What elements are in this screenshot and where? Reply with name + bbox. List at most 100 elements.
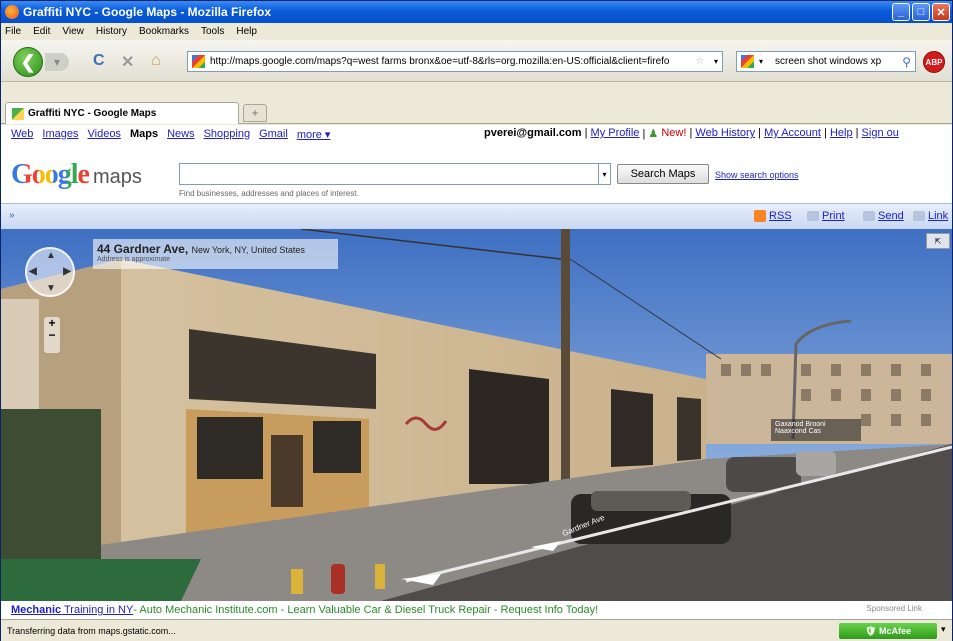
pan-right-icon[interactable]: ▶	[63, 266, 71, 277]
help-link[interactable]: Help	[830, 127, 853, 140]
pan-control[interactable]: ▲ ◀ ▶ ▼	[25, 247, 75, 297]
maps-search-dropdown-icon[interactable]: ▾	[599, 163, 611, 185]
url-dropdown-icon[interactable]: ▾	[714, 57, 718, 66]
print-link[interactable]: Print	[807, 210, 845, 222]
new-tab-button[interactable]: +	[243, 104, 267, 122]
chain-link-icon	[913, 211, 925, 221]
google-bar: Web Images Videos Maps News Shopping Gma…	[1, 125, 952, 143]
firefox-icon	[5, 5, 19, 19]
address-note: Address is approximate	[97, 256, 171, 263]
url-bar[interactable]: http://maps.google.com/maps?q=west farms…	[187, 51, 723, 72]
rss-link[interactable]: RSS	[754, 210, 792, 222]
menu-edit[interactable]: Edit	[33, 26, 50, 37]
logo-maps: maps	[93, 166, 142, 188]
mcafee-shield-icon: 🛡	[865, 625, 877, 636]
pan-left-icon[interactable]: ◀	[29, 266, 37, 277]
window-title: Graffiti NYC - Google Maps - Mozilla Fir…	[23, 5, 272, 19]
maps-header: Google maps ▾ Find businesses, addresses …	[1, 143, 952, 203]
menu-tools[interactable]: Tools	[201, 26, 224, 37]
menu-bar: File Edit View History Bookmarks Tools H…	[1, 23, 952, 40]
status-text: Transferring data from maps.gstatic.com.…	[7, 625, 176, 636]
gbar-gmail[interactable]: Gmail	[259, 128, 288, 140]
user-email: pverei@gmail.com	[484, 127, 582, 139]
site-favicon-icon	[192, 55, 205, 68]
menu-file[interactable]: File	[5, 26, 21, 37]
address-city: New York, NY, United States	[191, 245, 305, 255]
web-history-link[interactable]: Web History	[695, 127, 755, 140]
forward-button[interactable]: ▾	[45, 53, 69, 71]
address-street: 44 Gardner Ave,	[97, 242, 189, 256]
account-links: pverei@gmail.com | My Profile | ♟ New! |…	[484, 127, 899, 140]
menu-bookmarks[interactable]: Bookmarks	[139, 26, 189, 37]
gbar-maps: Maps	[129, 128, 159, 140]
search-maps-button[interactable]: Search Maps	[617, 164, 709, 184]
tab-label: Graffiti NYC - Google Maps	[28, 108, 157, 119]
link-link[interactable]: Link	[913, 210, 948, 222]
search-text: screen shot windows xp	[775, 56, 882, 67]
tab-graffiti-nyc[interactable]: Graffiti NYC - Google Maps	[5, 102, 239, 124]
search-engine-icon	[741, 55, 754, 68]
zoom-out-icon[interactable]: −	[48, 328, 55, 342]
status-bar: Transferring data from maps.gstatic.com.…	[1, 619, 952, 641]
search-bar[interactable]: ▾ screen shot windows xp ⚲	[736, 51, 916, 72]
mcafee-dropdown-icon[interactable]: ▾	[941, 624, 946, 635]
gbar-images[interactable]: Images	[42, 128, 78, 140]
menu-help[interactable]: Help	[236, 26, 257, 37]
maximize-button[interactable]: □	[912, 3, 930, 21]
printer-icon	[807, 211, 819, 221]
pan-down-icon[interactable]: ▼	[46, 283, 56, 294]
rss-icon	[754, 210, 766, 222]
gbar-shopping[interactable]: Shopping	[204, 128, 251, 140]
my-profile-link[interactable]: My Profile	[591, 127, 640, 140]
new-label[interactable]: New!	[661, 127, 686, 140]
zoom-control[interactable]: + −	[44, 317, 60, 353]
adblock-icon[interactable]: ABP	[923, 51, 945, 73]
forward-arrow-icon: ▾	[53, 55, 61, 69]
maps-toolbar: » RSS Print Send Link	[1, 203, 952, 229]
title-bar[interactable]: Graffiti NYC - Google Maps - Mozilla Fir…	[1, 1, 952, 23]
street-view-image	[1, 229, 952, 601]
street-view-panorama[interactable]: 44 Gardner Ave, New York, NY, United Sta…	[1, 229, 952, 601]
new-icon: ♟	[648, 128, 659, 140]
address-overlay: 44 Gardner Ave, New York, NY, United Sta…	[93, 239, 338, 269]
nearby-place-label[interactable]: Gaxanod Brooni Naaxcond Cas	[771, 419, 861, 441]
navigation-toolbar: ❮ ▾ C ✕ ⌂ http://maps.google.com/maps?q=…	[1, 40, 952, 82]
show-search-options-link[interactable]: Show search options	[715, 170, 799, 180]
envelope-icon	[863, 211, 875, 221]
sponsored-label: Sponsored Link	[866, 604, 922, 613]
google-maps-logo[interactable]: Google maps	[11, 159, 142, 191]
collapse-panel-icon[interactable]: »	[9, 210, 15, 221]
close-button[interactable]: ✕	[932, 3, 950, 21]
gbar-news[interactable]: News	[167, 128, 195, 140]
expand-view-icon[interactable]: ⇱	[926, 233, 950, 249]
search-go-icon[interactable]: ⚲	[902, 55, 911, 69]
ad-body-text[interactable]: - Auto Mechanic Institute.com - Learn Va…	[133, 604, 598, 616]
minimize-button[interactable]: _	[892, 3, 910, 21]
sign-out-link[interactable]: Sign ou	[862, 127, 899, 140]
url-text: http://maps.google.com/maps?q=west farms…	[210, 56, 670, 67]
logo-google: Google	[11, 159, 90, 190]
search-engine-dropdown-icon[interactable]: ▾	[759, 57, 763, 66]
pan-up-icon[interactable]: ▲	[46, 250, 56, 261]
bookmark-star-icon[interactable]: ☆	[695, 56, 704, 67]
gbar-videos[interactable]: Videos	[88, 128, 121, 140]
maps-search-input[interactable]	[179, 163, 599, 185]
mcafee-button[interactable]: 🛡 McAfee	[839, 623, 937, 639]
gbar-web[interactable]: Web	[11, 128, 33, 140]
gbar-more[interactable]: more ▾	[297, 128, 331, 141]
tab-strip: Graffiti NYC - Google Maps +	[1, 82, 952, 124]
reload-icon[interactable]: C	[93, 52, 105, 70]
menu-history[interactable]: History	[96, 26, 127, 37]
menu-view[interactable]: View	[62, 26, 84, 37]
ad-title-link[interactable]: Mechanic Training in NY	[11, 604, 133, 616]
send-link[interactable]: Send	[863, 210, 904, 222]
maps-search-hint: Find businesses, addresses and places of…	[179, 189, 359, 198]
browser-window: Graffiti NYC - Google Maps - Mozilla Fir…	[0, 0, 953, 641]
sponsored-ad-bar: Mechanic Training in NY - Auto Mechanic …	[1, 601, 952, 619]
stop-icon[interactable]: ✕	[121, 52, 134, 72]
back-arrow-icon: ❮	[20, 51, 36, 72]
home-icon[interactable]: ⌂	[151, 52, 161, 70]
back-button[interactable]: ❮	[13, 47, 43, 77]
maps-favicon-icon	[12, 107, 24, 120]
my-account-link[interactable]: My Account	[764, 127, 821, 140]
